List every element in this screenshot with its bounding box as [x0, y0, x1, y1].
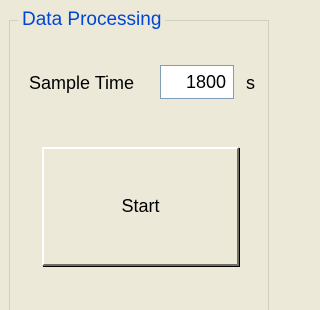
sample-time-unit-label: s	[246, 73, 255, 93]
sample-time-label: Sample Time	[29, 73, 135, 93]
start-button[interactable]: Start	[42, 147, 239, 266]
groupbox-title: Data Processing	[18, 9, 166, 31]
data-processing-panel: Data Processing Sample Time s Start	[0, 0, 271, 310]
sample-time-input[interactable]	[160, 65, 234, 99]
